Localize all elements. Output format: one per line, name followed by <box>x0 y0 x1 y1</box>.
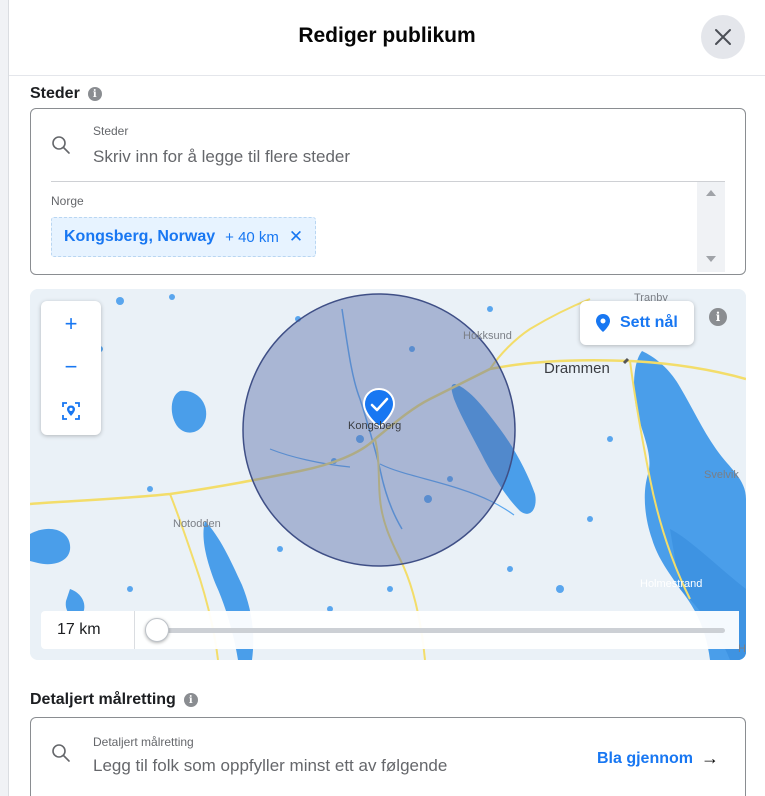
browse-button[interactable]: Bla gjennom → <box>597 748 719 769</box>
radius-control: 17 km <box>41 611 739 649</box>
locations-search-label: Steder <box>93 124 129 138</box>
locate-me-icon <box>62 402 80 420</box>
map-label-hokksund: Hokksund <box>463 330 512 342</box>
close-button[interactable] <box>701 15 745 59</box>
scrollbar[interactable] <box>697 182 725 272</box>
scroll-down-icon[interactable] <box>706 256 716 262</box>
remove-location-icon[interactable]: ✕ <box>289 227 303 247</box>
locations-search-input[interactable]: Skriv inn for å legge til flere steder <box>93 147 350 167</box>
map-label-edge: H <box>738 643 746 655</box>
country-group-label: Norge <box>51 194 84 208</box>
radius-slider-thumb[interactable] <box>145 618 169 642</box>
location-chip-radius: + 40 km <box>225 228 279 246</box>
location-chip-name: Kongsberg, Norway <box>64 228 216 245</box>
background-edge <box>0 0 9 796</box>
map-label-svelvik: Svelvik <box>704 469 739 481</box>
map-label-holmestrand: Holmestrand <box>640 578 703 590</box>
search-icon <box>52 136 70 154</box>
detailed-targeting-field[interactable]: Detaljert målretting Legg til folk som o… <box>30 717 746 796</box>
radius-slider[interactable] <box>135 611 739 649</box>
arrow-right-icon: → <box>701 748 719 768</box>
browse-label: Bla gjennom <box>596 749 693 767</box>
radius-slider-track[interactable] <box>155 628 725 633</box>
dialog-header: Rediger publikum <box>9 0 765 76</box>
set-pin-button[interactable]: Sett nål <box>580 301 694 345</box>
detailed-targeting-section-title: Detaljert målretting i <box>30 691 198 709</box>
close-icon <box>715 29 731 45</box>
detailed-targeting-input[interactable]: Legg til folk som oppfyller minst ett av… <box>93 756 447 776</box>
info-icon[interactable]: i <box>87 87 102 101</box>
info-icon[interactable]: i <box>183 693 198 707</box>
locations-section-title: Steder i <box>30 85 102 103</box>
dialog-title: Rediger publikum <box>298 24 476 47</box>
location-map[interactable]: Tranby Hokksund Drammen Kongsberg Svelvi… <box>30 289 746 660</box>
map-zoom-controls: + − <box>41 301 101 435</box>
zoom-out-button[interactable]: − <box>41 347 101 387</box>
locations-search-field[interactable]: Steder Skriv inn for å legge til flere s… <box>31 109 745 181</box>
search-icon <box>52 744 70 762</box>
detailed-targeting-label: Detaljert målretting <box>93 735 194 749</box>
map-label-drammen: Drammen <box>544 360 610 377</box>
location-chip[interactable]: Kongsberg, Norway + 40 km ✕ <box>51 217 317 257</box>
locations-title-text: Steder <box>30 85 80 102</box>
map-label-notodden: Notodden <box>173 518 221 530</box>
map-pin-icon <box>596 314 610 332</box>
detailed-targeting-title-text: Detaljert målretting <box>30 691 176 708</box>
map-label-kongsberg: Kongsberg <box>348 420 402 432</box>
zoom-in-button[interactable]: + <box>41 304 101 344</box>
radius-value: 17 km <box>41 611 135 649</box>
scroll-up-icon[interactable] <box>706 190 716 196</box>
selected-locations-list: Norge Kongsberg, Norway + 40 km ✕ <box>51 182 725 272</box>
locations-box: Steder Skriv inn for å legge til flere s… <box>30 108 746 275</box>
locate-me-button[interactable] <box>41 391 101 431</box>
map-info-icon[interactable]: i <box>709 308 727 326</box>
edit-audience-dialog: Rediger publikum Steder i Steder Skriv i… <box>9 0 765 796</box>
set-pin-label: Sett nål <box>620 314 678 331</box>
